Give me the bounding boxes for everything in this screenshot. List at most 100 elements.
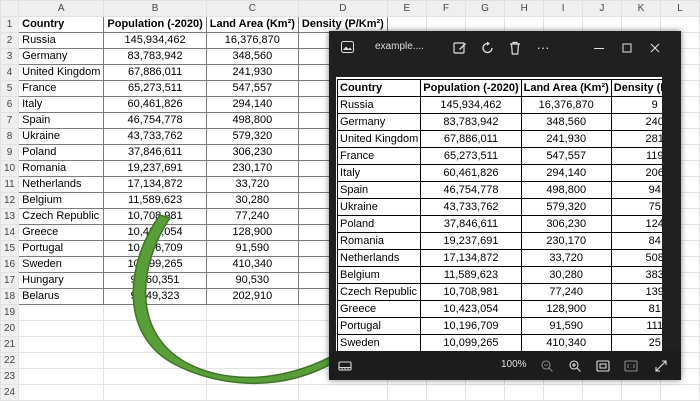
sheet-cell[interactable]: 30,280 [205,192,299,209]
sheet-cell[interactable]: 348,560 [205,48,299,65]
column-header[interactable]: I [543,0,583,17]
sheet-cell[interactable] [103,304,207,321]
sheet-cell[interactable] [581,384,622,401]
column-header[interactable]: L [659,0,700,17]
column-header[interactable]: E [386,0,427,17]
column-header[interactable]: J [581,0,622,17]
sheet-header-cell[interactable]: Population (-2020) [103,16,207,33]
sheet-cell[interactable] [18,384,105,401]
sheet-cell[interactable]: 90,530 [205,272,299,289]
sheet-cell[interactable] [103,384,207,401]
close-icon[interactable] [647,40,663,56]
sheet-cell[interactable]: 10,423,054 [103,224,207,241]
select-all-corner[interactable] [0,0,20,17]
row-number[interactable]: 6 [0,96,20,113]
sheet-cell[interactable] [543,384,583,401]
edit-icon[interactable] [452,40,468,56]
sheet-cell[interactable]: Russia [18,32,105,49]
sheet-cell[interactable]: 202,910 [205,288,299,305]
column-header[interactable]: A [18,0,105,17]
sheet-cell[interactable]: 10,099,265 [103,256,207,273]
sheet-cell[interactable]: 67,886,011 [103,64,207,81]
sheet-cell[interactable]: 306,230 [205,144,299,161]
sheet-cell[interactable]: 10,196,709 [103,240,207,257]
row-number[interactable]: 15 [0,240,20,257]
sheet-cell[interactable]: 579,320 [205,128,299,145]
row-number[interactable]: 21 [0,336,20,353]
sheet-cell[interactable]: Romania [18,160,105,177]
sheet-cell[interactable] [205,336,299,353]
sheet-cell[interactable] [205,352,299,369]
sheet-cell[interactable] [18,304,105,321]
zoom-in-icon[interactable] [567,358,583,374]
sheet-cell[interactable]: Hungary [18,272,105,289]
sheet-cell[interactable]: 17,134,872 [103,176,207,193]
sheet-cell[interactable]: Sweden [18,256,105,273]
sheet-cell[interactable]: 547,557 [205,80,299,97]
sheet-cell[interactable] [425,384,466,401]
maximize-icon[interactable] [619,40,635,56]
sheet-cell[interactable]: 60,461,826 [103,96,207,113]
row-number[interactable]: 16 [0,256,20,273]
sheet-cell[interactable]: France [18,80,105,97]
sheet-cell[interactable]: Czech Republic [18,208,105,225]
column-header[interactable]: D [297,0,388,17]
sheet-cell[interactable] [103,320,207,337]
sheet-header-cell[interactable]: Country [18,16,105,33]
column-header[interactable]: C [205,0,299,17]
row-number[interactable]: 13 [0,208,20,225]
row-number[interactable]: 22 [0,352,20,369]
sheet-cell[interactable] [205,304,299,321]
column-header[interactable]: G [464,0,506,17]
row-number[interactable]: 9 [0,144,20,161]
rotate-icon[interactable] [480,40,496,56]
sheet-cell[interactable] [103,352,207,369]
sheet-cell[interactable]: Poland [18,144,105,161]
sheet-cell[interactable]: Portugal [18,240,105,257]
minimize-icon[interactable] [591,40,607,56]
sheet-cell[interactable] [205,368,299,385]
sheet-cell[interactable] [103,336,207,353]
sheet-cell[interactable]: United Kingdom [18,64,105,81]
sheet-cell[interactable] [18,368,105,385]
sheet-cell[interactable]: Netherlands [18,176,105,193]
sheet-header-cell[interactable]: Land Area (Km²) [205,16,299,33]
sheet-cell[interactable]: 83,783,942 [103,48,207,65]
row-number[interactable]: 20 [0,320,20,337]
sheet-cell[interactable] [504,384,545,401]
row-number[interactable]: 18 [0,288,20,305]
sheet-cell[interactable]: 10,708,981 [103,208,207,225]
sheet-cell[interactable]: 241,930 [205,64,299,81]
sheet-cell[interactable]: 9,660,351 [103,272,207,289]
sheet-cell[interactable] [103,368,207,385]
column-header[interactable]: B [103,0,207,17]
sheet-cell[interactable]: 128,900 [205,224,299,241]
sheet-cell[interactable] [205,384,299,401]
row-number[interactable]: 12 [0,192,20,209]
trash-icon[interactable] [507,40,523,56]
sheet-cell[interactable] [18,320,105,337]
sheet-cell[interactable] [18,352,105,369]
row-number[interactable]: 23 [0,368,20,385]
row-number[interactable]: 2 [0,32,20,49]
row-number[interactable]: 3 [0,48,20,65]
row-number[interactable]: 11 [0,176,20,193]
sheet-cell[interactable]: Greece [18,224,105,241]
row-number[interactable]: 7 [0,112,20,129]
row-number[interactable]: 14 [0,224,20,241]
sheet-cell[interactable]: 77,240 [205,208,299,225]
sheet-cell[interactable]: Spain [18,112,105,129]
sheet-cell[interactable] [18,336,105,353]
fit-to-window-icon[interactable] [595,358,611,374]
column-header[interactable]: H [504,0,545,17]
row-number[interactable]: 1 [0,16,20,33]
sheet-cell[interactable]: 498,800 [205,112,299,129]
sheet-cell[interactable]: Italy [18,96,105,113]
sheet-cell[interactable]: Germany [18,48,105,65]
sheet-cell[interactable]: 33,720 [205,176,299,193]
sheet-cell[interactable] [464,384,506,401]
more-icon[interactable]: ··· [535,40,551,56]
sheet-cell[interactable]: 43,733,762 [103,128,207,145]
sheet-cell[interactable]: 11,589,623 [103,192,207,209]
sheet-cell[interactable] [620,384,661,401]
